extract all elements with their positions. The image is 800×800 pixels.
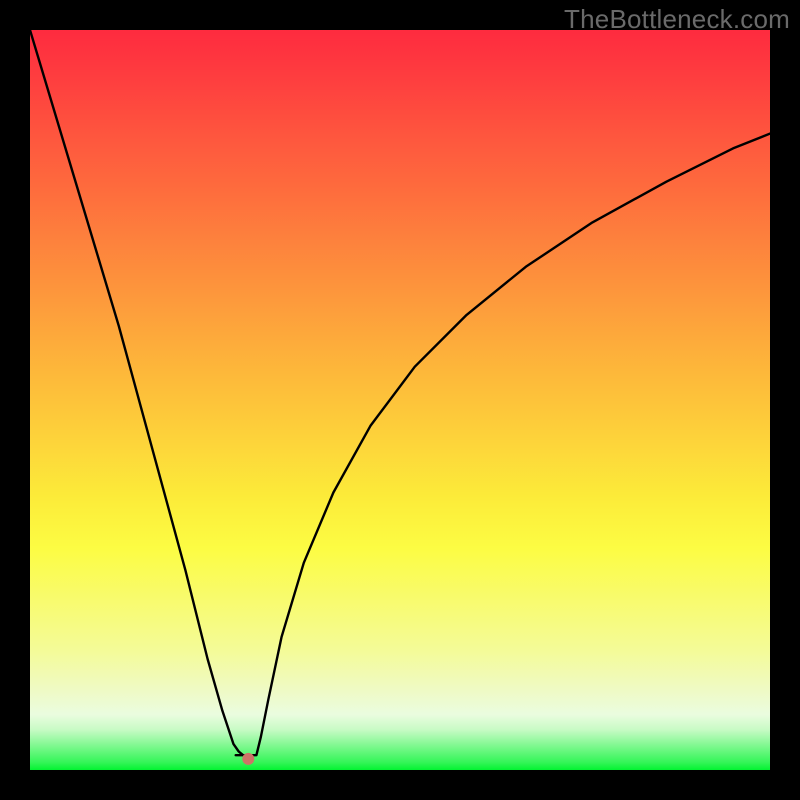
watermark-text: TheBottleneck.com [564,4,790,35]
minimum-marker [242,753,254,765]
bottleneck-curve [30,30,770,770]
curve-path [30,30,770,755]
chart-frame: TheBottleneck.com [0,0,800,800]
plot-area [30,30,770,770]
